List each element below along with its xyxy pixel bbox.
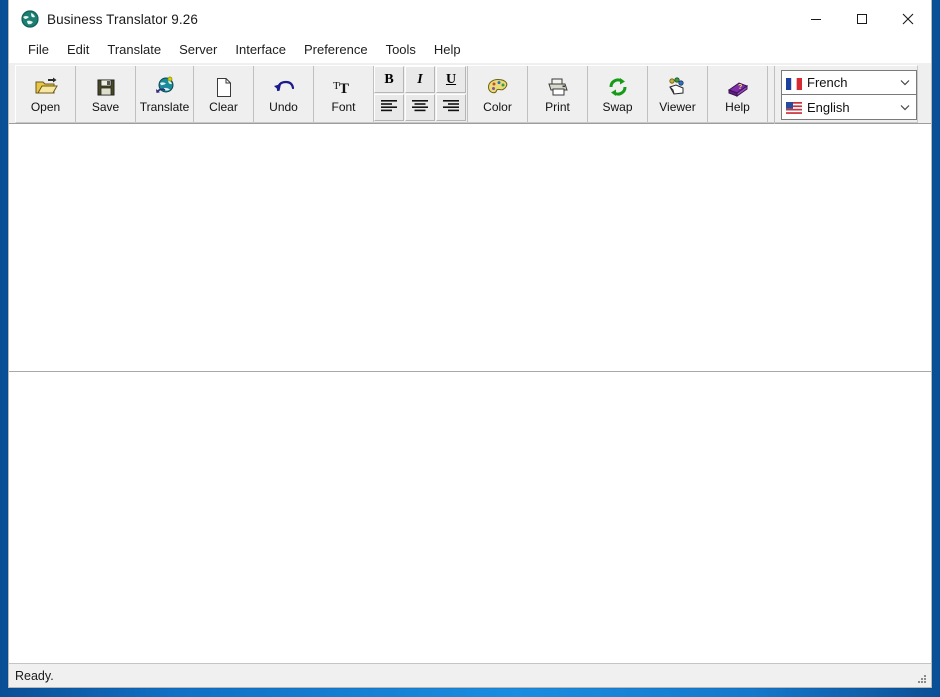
align-right-button[interactable]	[436, 94, 466, 121]
viewer-hand-icon	[666, 74, 690, 100]
help-book-icon: ?	[726, 74, 750, 100]
toolbar-button-group: Open Save Translate Clear Undo T T Font …	[15, 65, 918, 124]
floppy-disk-icon	[96, 74, 116, 100]
menu-item-help[interactable]: Help	[425, 39, 470, 61]
open-button[interactable]: Open	[16, 66, 76, 122]
swap-refresh-icon	[607, 74, 629, 100]
undo-button-label: Undo	[269, 100, 298, 114]
translate-button[interactable]: Translate	[136, 66, 194, 122]
toolbar: Open Save Translate Clear Undo T T Font …	[9, 62, 931, 124]
swap-button[interactable]: Swap	[588, 66, 648, 122]
bold-label: B	[384, 71, 394, 87]
print-button[interactable]: Print	[528, 66, 588, 122]
blank-page-icon	[215, 74, 233, 100]
save-button-label: Save	[91, 100, 120, 114]
text-format-group: B I U	[374, 66, 468, 122]
flag-usa-icon	[786, 101, 802, 114]
clear-button[interactable]: Clear	[194, 66, 254, 122]
menu-bar: File Edit Translate Server Interface Pre…	[9, 38, 931, 62]
bold-button[interactable]: B	[374, 66, 404, 93]
menu-item-server[interactable]: Server	[170, 39, 226, 61]
underline-label: U	[445, 71, 457, 87]
underline-button[interactable]: U	[436, 66, 466, 93]
editor-area	[9, 124, 931, 663]
align-left-button[interactable]	[374, 94, 404, 121]
resize-grip-icon[interactable]	[915, 672, 928, 685]
status-text: Ready.	[15, 668, 54, 683]
flag-france-icon	[786, 77, 802, 90]
align-center-icon	[411, 98, 429, 117]
translate-button-label: Translate	[139, 100, 190, 114]
align-left-icon	[380, 98, 398, 117]
font-button-label: Font	[331, 100, 356, 114]
align-center-button[interactable]	[405, 94, 435, 121]
save-button[interactable]: Save	[76, 66, 136, 122]
help-button[interactable]: ? Help	[708, 66, 768, 122]
target-text-pane[interactable]	[9, 372, 931, 663]
application-window: Business Translator 9.26 File Edit Trans…	[8, 0, 932, 688]
source-language-combo[interactable]: French	[781, 70, 917, 95]
target-language-value: English	[807, 99, 850, 115]
svg-text:T: T	[339, 81, 349, 97]
help-button-label: Help	[725, 100, 750, 114]
menu-item-preference[interactable]: Preference	[295, 39, 377, 61]
italic-label: I	[417, 71, 423, 87]
target-language-combo[interactable]: English	[781, 95, 917, 120]
globe-translate-icon	[154, 74, 176, 100]
font-button[interactable]: T T Font	[314, 66, 374, 122]
print-button-label: Print	[545, 100, 570, 114]
status-bar: Ready.	[9, 663, 931, 687]
undo-button[interactable]: Undo	[254, 66, 314, 122]
source-text-pane[interactable]	[9, 124, 931, 372]
window-controls	[793, 0, 931, 38]
viewer-button-label: Viewer	[659, 100, 696, 114]
title-bar[interactable]: Business Translator 9.26	[9, 0, 931, 38]
close-icon[interactable]	[885, 0, 931, 38]
menu-item-interface[interactable]: Interface	[226, 39, 295, 61]
color-button-label: Color	[483, 100, 512, 114]
printer-icon	[546, 74, 570, 100]
menu-item-edit[interactable]: Edit	[58, 39, 98, 61]
align-right-icon	[442, 98, 460, 117]
chevron-down-icon[interactable]	[894, 71, 916, 94]
swap-button-label: Swap	[602, 100, 633, 114]
color-palette-icon	[487, 74, 509, 100]
minimize-icon[interactable]	[793, 0, 839, 38]
color-button[interactable]: Color	[468, 66, 528, 122]
undo-arrow-icon	[272, 74, 296, 100]
desktop-background: Business Translator 9.26 File Edit Trans…	[0, 0, 940, 697]
globe-icon	[21, 10, 39, 28]
maximize-icon[interactable]	[839, 0, 885, 38]
menu-item-translate[interactable]: Translate	[98, 39, 170, 61]
menu-item-tools[interactable]: Tools	[377, 39, 425, 61]
svg-text:?: ?	[738, 84, 742, 91]
open-button-label: Open	[30, 100, 61, 114]
open-folder-icon	[34, 74, 58, 100]
clear-button-label: Clear	[209, 100, 238, 114]
italic-button[interactable]: I	[405, 66, 435, 93]
language-selectors: French English	[774, 66, 917, 124]
chevron-down-icon[interactable]	[894, 96, 916, 119]
viewer-button[interactable]: Viewer	[648, 66, 708, 122]
font-letters-icon: T T	[332, 74, 356, 100]
menu-item-file[interactable]: File	[19, 39, 58, 61]
window-title: Business Translator 9.26	[47, 11, 198, 27]
source-language-value: French	[807, 75, 848, 90]
